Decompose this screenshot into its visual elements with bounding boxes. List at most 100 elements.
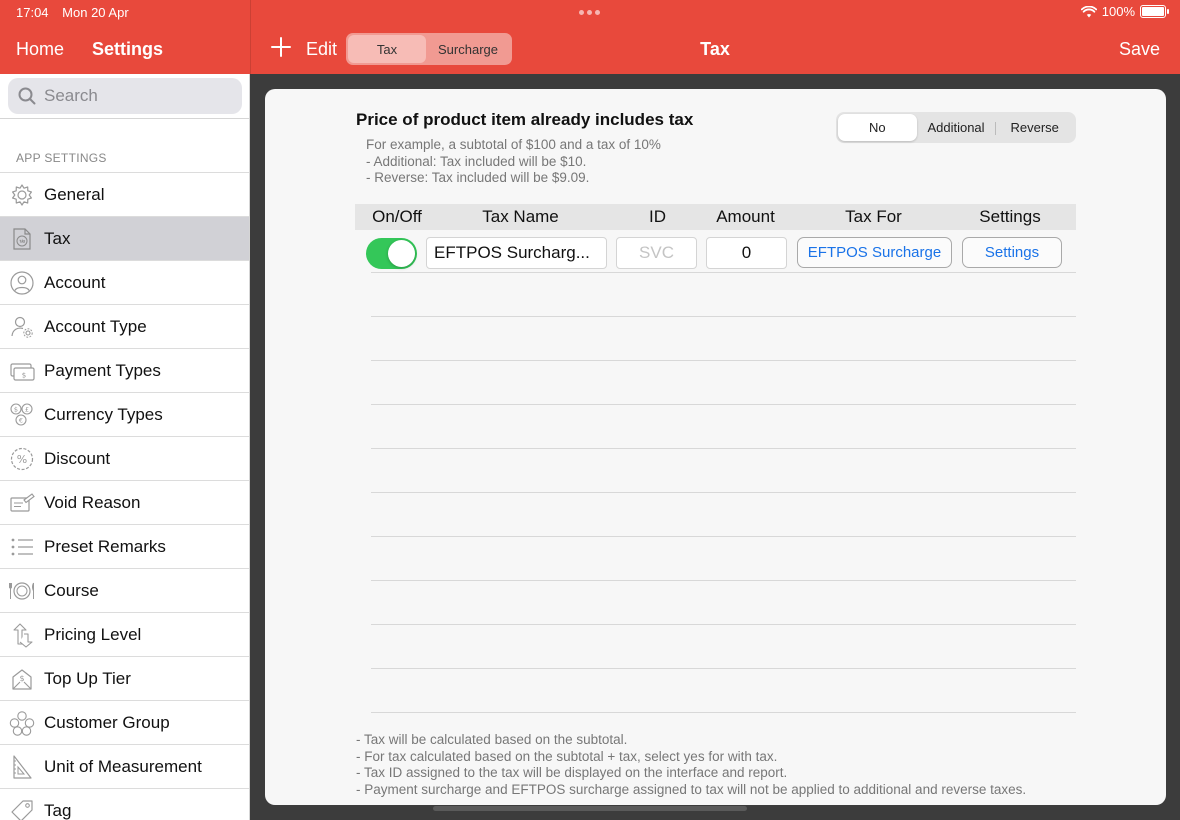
table-row bbox=[371, 493, 1076, 537]
wifi-icon bbox=[1080, 5, 1097, 17]
sidebar-item-void-reason[interactable]: Void Reason bbox=[0, 480, 249, 524]
search-icon bbox=[18, 87, 36, 105]
settings-title: Settings bbox=[92, 39, 164, 59]
sidebar: APP SETTINGS General Tax Account Account… bbox=[0, 74, 250, 820]
sidebar-item-tax[interactable]: Tax bbox=[0, 216, 249, 260]
tax-name-field[interactable]: EFTPOS Surcharg... bbox=[426, 237, 607, 269]
sidebar-item-discount[interactable]: % Discount bbox=[0, 436, 249, 480]
sidebar-item-label: Course bbox=[44, 580, 99, 600]
tax-id-field[interactable]: SVC bbox=[616, 237, 697, 269]
svg-text:£: £ bbox=[25, 405, 29, 413]
sidebar-item-label: Payment Types bbox=[44, 360, 161, 380]
table-row bbox=[371, 669, 1076, 713]
svg-text:$: $ bbox=[14, 405, 18, 413]
sidebar-item-account[interactable]: Account bbox=[0, 260, 249, 304]
svg-text:%: % bbox=[17, 453, 27, 466]
sidebar-item-label: Pricing Level bbox=[44, 624, 142, 644]
status-date: Mon 20 Apr bbox=[62, 5, 129, 20]
segment-tax[interactable]: Tax bbox=[348, 35, 426, 63]
top-bar: 17:04 Mon 20 Apr 100% Home Settings Edit… bbox=[0, 0, 1180, 74]
column-header-tax-name: Tax Name bbox=[482, 207, 559, 226]
home-button[interactable]: Home bbox=[16, 39, 64, 60]
status-time: 17:04 bbox=[16, 5, 49, 20]
segment-surcharge[interactable]: Surcharge bbox=[426, 35, 510, 63]
row-settings-button[interactable]: Settings bbox=[962, 237, 1062, 268]
note-line: - For tax calculated based on the subtot… bbox=[356, 748, 778, 764]
sidebar-item-customer-group[interactable]: Customer Group bbox=[0, 700, 249, 744]
table-row bbox=[371, 405, 1076, 449]
plate-cutlery-icon bbox=[8, 577, 36, 605]
multitasking-dots-icon[interactable] bbox=[579, 10, 600, 15]
column-header-amount: Amount bbox=[716, 207, 775, 226]
option-additional[interactable]: Additional bbox=[917, 114, 996, 141]
sidebar-item-pricing-level[interactable]: Pricing Level bbox=[0, 612, 249, 656]
svg-text:$: $ bbox=[19, 674, 24, 683]
table-row bbox=[371, 449, 1076, 493]
sidebar-item-unit-of-measurement[interactable]: Unit of Measurement bbox=[0, 744, 249, 788]
note-line: - Tax ID assigned to the tax will be dis… bbox=[356, 765, 788, 780]
cash-icon: $ bbox=[8, 357, 36, 385]
gear-icon bbox=[8, 181, 36, 209]
sidebar-item-tag[interactable]: Tag bbox=[0, 788, 249, 820]
tax-amount-field[interactable]: 0 bbox=[706, 237, 787, 269]
table-row bbox=[371, 317, 1076, 361]
column-header-settings: Settings bbox=[979, 207, 1041, 226]
tax-table-rows bbox=[371, 229, 1076, 713]
sidebar-item-label: Unit of Measurement bbox=[44, 756, 202, 776]
person-icon bbox=[8, 269, 36, 297]
group-icon bbox=[8, 709, 36, 737]
sidebar-item-top-up-tier[interactable]: $ Top Up Tier bbox=[0, 656, 249, 700]
column-header-on-off: On/Off bbox=[372, 207, 422, 226]
page-title: Tax bbox=[700, 39, 730, 59]
note-line: - Tax will be calculated based on the su… bbox=[356, 732, 628, 747]
tax-inclusion-description: For example, a subtotal of $100 and a ta… bbox=[366, 137, 661, 187]
sidebar-separator bbox=[0, 118, 249, 119]
person-gear-icon bbox=[8, 313, 36, 341]
save-button[interactable]: Save bbox=[1119, 39, 1160, 60]
tax-table-header: On/Off Tax Name ID Amount Tax For Settin… bbox=[355, 204, 1076, 230]
tax-inclusion-segmented-control: No Additional Reverse bbox=[836, 112, 1076, 143]
void-card-icon bbox=[8, 489, 36, 517]
sidebar-item-currency-types[interactable]: $ £ € Currency Types bbox=[0, 392, 249, 436]
tax-document-icon bbox=[8, 225, 36, 253]
sidebar-item-account-type[interactable]: Account Type bbox=[0, 304, 249, 348]
sidebar-item-general[interactable]: General bbox=[0, 172, 249, 216]
list-icon bbox=[8, 533, 36, 561]
tax-surcharge-segmented-control: Tax Surcharge bbox=[346, 33, 512, 65]
tax-settings-panel: Price of product item already includes t… bbox=[265, 89, 1166, 805]
status-indicators: 100% bbox=[1080, 4, 1169, 19]
settings-menu: General Tax Account Account Type $ Payme… bbox=[0, 172, 249, 820]
home-indicator[interactable] bbox=[433, 806, 747, 811]
sidebar-item-label: Account Type bbox=[44, 316, 147, 336]
ruler-triangle-icon bbox=[8, 753, 36, 781]
edit-button[interactable]: Edit bbox=[306, 39, 337, 60]
split-divider bbox=[250, 0, 251, 74]
add-icon[interactable] bbox=[270, 36, 292, 58]
column-header-id: ID bbox=[649, 207, 666, 226]
sidebar-item-course[interactable]: Course bbox=[0, 568, 249, 612]
svg-text:$: $ bbox=[22, 371, 26, 379]
option-reverse[interactable]: Reverse bbox=[995, 114, 1074, 141]
search-input[interactable] bbox=[44, 86, 234, 106]
tax-notes: - Tax will be calculated based on the su… bbox=[356, 732, 1026, 798]
svg-text:€: € bbox=[19, 416, 23, 424]
sidebar-item-label: Top Up Tier bbox=[44, 668, 131, 688]
sidebar-item-label: Currency Types bbox=[44, 404, 163, 424]
tag-icon bbox=[8, 797, 36, 820]
up-down-arrows-icon bbox=[8, 621, 36, 649]
tax-for-button[interactable]: EFTPOS Surcharge bbox=[797, 237, 952, 268]
description-line: - Reverse: Tax included will be $9.09. bbox=[366, 170, 590, 185]
section-label-app-settings: APP SETTINGS bbox=[16, 151, 107, 165]
battery-percent: 100% bbox=[1101, 4, 1135, 19]
sidebar-item-label: General bbox=[44, 184, 105, 204]
sidebar-item-preset-remarks[interactable]: Preset Remarks bbox=[0, 524, 249, 568]
table-row bbox=[371, 581, 1076, 625]
sidebar-item-payment-types[interactable]: $ Payment Types bbox=[0, 348, 249, 392]
battery-icon bbox=[1140, 5, 1169, 18]
description-line: For example, a subtotal of $100 and a ta… bbox=[366, 137, 661, 152]
search-bar bbox=[8, 78, 242, 114]
option-no[interactable]: No bbox=[838, 114, 917, 141]
sidebar-item-label: Discount bbox=[44, 448, 111, 468]
tax-on-off-toggle[interactable] bbox=[366, 238, 417, 269]
table-row bbox=[371, 625, 1076, 669]
